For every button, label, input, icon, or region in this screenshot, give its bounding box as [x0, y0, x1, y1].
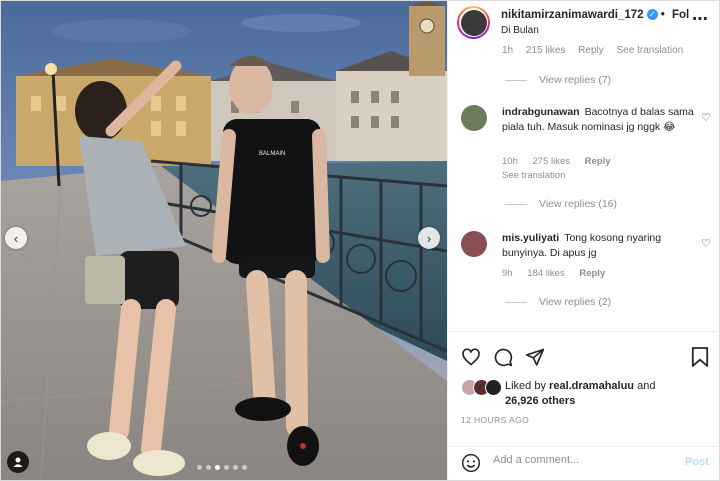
carousel-dot — [197, 465, 202, 470]
post-timestamp[interactable]: 12 HOURS AGO — [461, 415, 529, 425]
comment-icon — [494, 348, 513, 367]
carousel-next-button[interactable]: › — [418, 227, 440, 249]
like-button[interactable] — [461, 347, 481, 367]
add-comment-input[interactable] — [493, 454, 673, 466]
chevron-left-icon: ‹ — [13, 230, 19, 246]
view-replies-button[interactable]: View replies (7) — [505, 74, 611, 86]
comment-meta: 10h 275 likes Reply — [502, 156, 611, 167]
photo-scene: BALMAIN — [1, 1, 447, 480]
carousel-indicator — [197, 465, 247, 470]
instagram-post-window: BALMAIN ‹ › nikitamirzanimawardi_172 ✓ •… — [0, 0, 720, 481]
verified-icon: ✓ — [646, 9, 658, 21]
post-header: nikitamirzanimawardi_172 ✓ • Fol Di Bulan… — [448, 1, 720, 41]
comment-meta: 9h 184 likes Reply — [502, 268, 606, 279]
view-replies-button[interactable]: View replies (16) — [505, 198, 617, 210]
more-options-button[interactable]: ⋯ — [692, 9, 709, 29]
post-location[interactable]: Di Bulan — [501, 25, 539, 36]
view-replies-button[interactable]: View replies (2) — [505, 296, 611, 308]
chevron-right-icon: › — [426, 230, 432, 246]
heart-icon — [462, 348, 480, 366]
shirt-logo: BALMAIN — [259, 151, 285, 157]
see-translation-link[interactable]: See translation — [617, 45, 684, 56]
tagged-users-button[interactable] — [7, 451, 29, 473]
partial-comment-meta: 1h 215 likes Reply See translation — [502, 45, 684, 56]
share-button[interactable] — [525, 347, 545, 367]
post-comment-button[interactable]: Post — [685, 456, 709, 468]
carousel-dot — [224, 465, 229, 470]
like-comment-heart-icon[interactable]: ♡ — [701, 111, 711, 124]
commenter-avatar[interactable] — [461, 105, 487, 131]
carousel-dot — [242, 465, 247, 470]
more-icon: ⋯ — [692, 11, 709, 28]
like-comment-heart-icon[interactable]: ♡ — [701, 237, 711, 250]
smiley-icon — [461, 453, 481, 473]
carousel-dot — [215, 465, 220, 470]
author-username[interactable]: nikitamirzanimawardi_172 — [501, 9, 644, 21]
liked-by-summary: Liked by real.dramahaluu and 26,926 othe… — [461, 379, 705, 409]
see-translation-link[interactable]: See translation — [502, 170, 565, 181]
comments-list[interactable]: 1h 215 likes Reply See translation View … — [448, 41, 720, 329]
carousel-dot — [233, 465, 238, 470]
bookmark-icon — [691, 347, 709, 367]
reply-button[interactable]: Reply — [585, 156, 611, 167]
commenter-username[interactable]: mis.yuliyati — [502, 232, 559, 244]
commenter-username[interactable]: indrabgunawan — [502, 106, 580, 118]
carousel-prev-button[interactable]: ‹ — [5, 227, 27, 249]
reply-button[interactable]: Reply — [579, 268, 605, 279]
liked-by-user[interactable]: real.dramahaluu — [549, 380, 634, 392]
save-button[interactable] — [691, 347, 709, 367]
post-photo[interactable]: BALMAIN ‹ › — [1, 1, 447, 480]
comment-button[interactable] — [493, 347, 513, 367]
person-icon — [13, 457, 23, 467]
follow-button[interactable]: Fol — [672, 9, 689, 21]
post-side-panel: nikitamirzanimawardi_172 ✓ • Fol Di Bulan… — [447, 1, 720, 480]
likes-count[interactable]: 26,926 others — [505, 395, 575, 407]
liked-by-avatars[interactable] — [461, 379, 505, 397]
reply-button[interactable]: Reply — [578, 45, 604, 56]
author-avatar[interactable] — [457, 6, 490, 39]
add-comment-bar: Post — [448, 446, 720, 480]
commenter-avatar[interactable] — [461, 231, 487, 257]
emoji-button[interactable] — [461, 453, 481, 478]
send-icon — [525, 348, 545, 366]
carousel-dot — [206, 465, 211, 470]
